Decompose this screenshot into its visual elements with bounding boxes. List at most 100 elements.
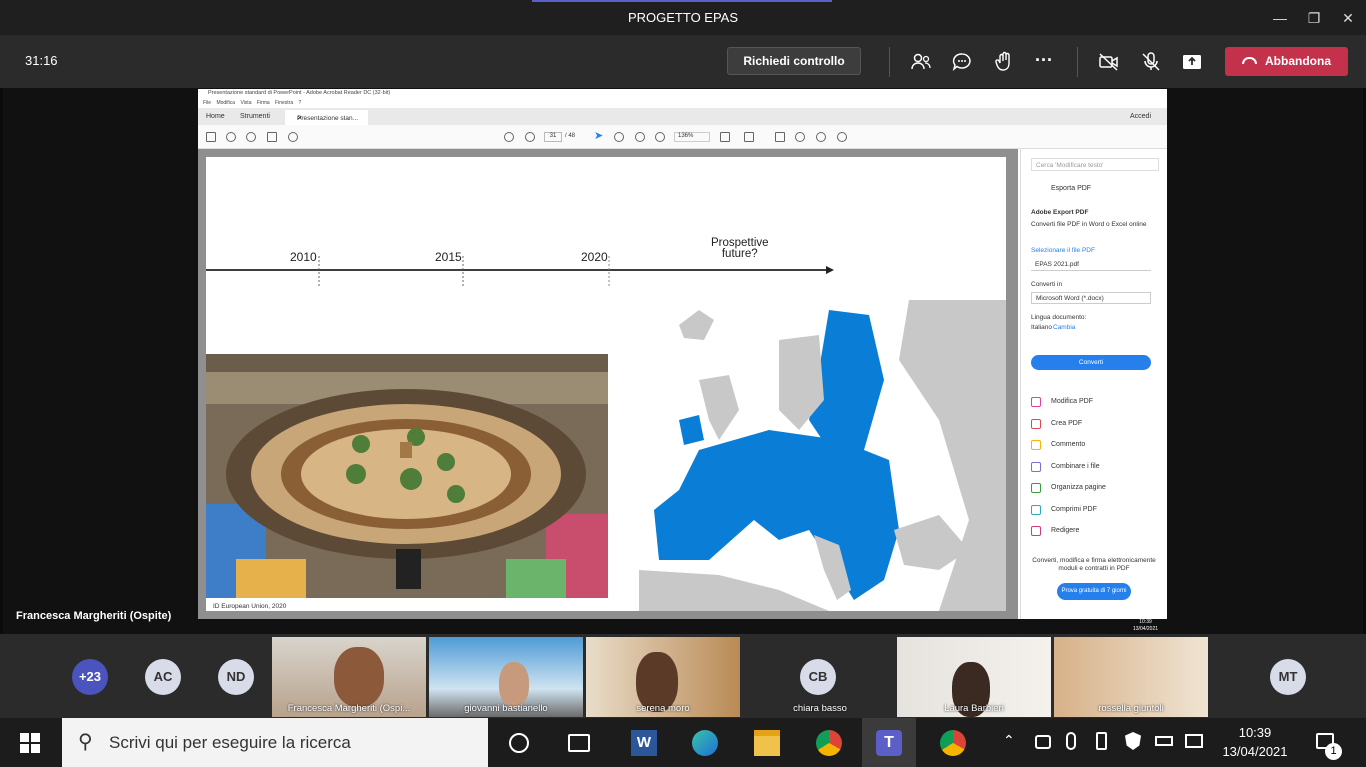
more-options-icon[interactable]: ··· (1035, 50, 1059, 74)
file-explorer-icon[interactable] (754, 730, 780, 756)
search-placeholder: Scrivi qui per eseguire la ricerca (109, 733, 351, 752)
acrobat-title: Presentazione standard di PowerPoint - A… (208, 90, 391, 96)
participant-tile[interactable]: CB chiara basso (743, 637, 897, 717)
tool-item[interactable]: Redigere (1051, 527, 1079, 534)
edge-icon[interactable] (692, 730, 718, 756)
avatar-mt[interactable]: MT (1270, 659, 1306, 695)
pen-icon[interactable] (795, 132, 805, 142)
select-file-label: Selezionare il file PDF (1031, 247, 1095, 254)
tool-icon (1031, 526, 1041, 536)
mic-off-icon[interactable] (1139, 50, 1163, 74)
export-pdf-header[interactable]: Esporta PDF (1051, 185, 1091, 192)
zoom-out-icon[interactable] (635, 132, 645, 142)
comment-icon[interactable] (775, 132, 785, 142)
format-select[interactable]: Microsoft Word (*.docx) (1031, 292, 1151, 304)
participants-icon[interactable] (909, 50, 933, 74)
participant-tile[interactable]: rossella giuntoli (1054, 637, 1208, 717)
network-icon[interactable] (1185, 734, 1203, 748)
camera-off-icon[interactable] (1097, 50, 1121, 74)
zoom-select[interactable]: 136% (674, 132, 710, 142)
teams-icon: T (876, 730, 902, 756)
participant-tile[interactable]: Laura Barbieri (897, 637, 1051, 717)
tool-icon (1031, 440, 1041, 450)
cortana-icon[interactable] (509, 733, 529, 753)
chrome-profile-icon[interactable] (940, 730, 966, 756)
call-controls: 31:16 Richiedi controllo ··· Abbandona (0, 35, 1366, 88)
meet-now-icon[interactable] (1035, 735, 1051, 749)
prev-page-icon[interactable] (504, 132, 514, 142)
future-label: Prospettive future? (711, 237, 769, 260)
tool-item[interactable]: Organizza pagine (1051, 484, 1106, 491)
year-2010: 2010 (290, 250, 317, 264)
phone-icon (1242, 57, 1257, 64)
avatar-nd[interactable]: ND (218, 659, 254, 695)
chat-icon[interactable] (950, 50, 974, 74)
close-icon[interactable]: ✕ (1338, 8, 1358, 28)
convert-to-label: Converti in (1031, 281, 1063, 288)
windows-start-icon[interactable] (20, 733, 40, 753)
stamp-icon[interactable] (744, 132, 754, 142)
participant-name: Francesca Margheriti (Ospi... (287, 703, 411, 714)
tray-chevron-icon[interactable]: ⌃ (1003, 732, 1015, 749)
acrobat-signin[interactable]: Accedi (1130, 113, 1151, 120)
minimize-icon[interactable]: — (1270, 8, 1290, 28)
mic-tray-icon[interactable] (1066, 732, 1076, 750)
participant-tile[interactable]: serena moro (586, 637, 740, 717)
tab-tools[interactable]: Strumenti (240, 113, 270, 120)
page-input[interactable]: 31 (544, 132, 562, 142)
tool-item[interactable]: Commento (1051, 441, 1085, 448)
participant-tile[interactable]: Francesca Margheriti (Ospi... (272, 637, 426, 717)
tool-item[interactable]: Crea PDF (1051, 420, 1082, 427)
pdf-page: 2010 2015 2020 Prospettive future? ID Eu… (206, 157, 1006, 611)
save-icon[interactable] (206, 132, 216, 142)
usb-icon[interactable] (1096, 732, 1107, 750)
tool-item[interactable]: Modifica PDF (1051, 398, 1093, 405)
tab-document[interactable]: Presentazione stan... ✕ (285, 110, 368, 125)
search-icon[interactable] (288, 132, 298, 142)
cursor-icon[interactable]: ➤ (594, 131, 604, 142)
teams-active-bg[interactable]: T (862, 718, 916, 767)
search-icon: ⚲ (78, 731, 93, 753)
leave-button[interactable]: Abbandona (1225, 47, 1348, 76)
maximize-icon[interactable]: ❐ (1304, 8, 1324, 28)
notification-count: 1 (1325, 743, 1342, 760)
participant-tile[interactable]: giovanni bastianello (429, 637, 583, 717)
taskbar-search[interactable]: ⚲ Scrivi qui per eseguire la ricerca (62, 718, 488, 767)
lang-change-link[interactable]: Cambia (1053, 324, 1075, 331)
tool-item[interactable]: Combinare i file (1051, 463, 1100, 470)
share-icon[interactable] (837, 132, 847, 142)
participant-name: giovanni bastianello (464, 703, 548, 714)
print-icon[interactable] (267, 132, 277, 142)
word-icon[interactable]: W (631, 730, 657, 756)
acrobat-toolbar: 31 / 48 ➤ 136% (198, 125, 1167, 149)
upload-icon[interactable] (246, 132, 256, 142)
next-page-icon[interactable] (525, 132, 535, 142)
tools-search[interactable]: Cerca 'Modificare testo' (1031, 158, 1159, 171)
trial-button[interactable]: Prova gratuita di 7 giorni (1057, 583, 1131, 600)
convert-button[interactable]: Converti (1031, 355, 1151, 370)
title-bar: PROGETTO EPAS — ❐ ✕ (0, 0, 1366, 35)
chrome-icon[interactable] (816, 730, 842, 756)
battery-icon[interactable] (1155, 736, 1173, 746)
request-control-button[interactable]: Richiedi controllo (727, 47, 861, 75)
participant-name: serena moro (636, 703, 690, 714)
sign-icon[interactable] (816, 132, 826, 142)
tab-home[interactable]: Home (206, 113, 225, 120)
acrobat-tabs: Home Strumenti Presentazione stan... ✕ A… (198, 108, 1167, 125)
share-screen-icon[interactable] (1180, 50, 1204, 74)
bookmark-icon[interactable] (226, 132, 236, 142)
more-participants-badge[interactable]: +23 (72, 659, 108, 695)
tool-item[interactable]: Comprimi PDF (1051, 506, 1097, 513)
participant-name: rossella giuntoli (1098, 703, 1164, 714)
lang-value: Italiano (1031, 324, 1052, 331)
avatar-ac[interactable]: AC (145, 659, 181, 695)
task-view-icon[interactable] (568, 734, 590, 752)
file-name[interactable]: EPAS 2021.pdf (1031, 259, 1151, 271)
security-icon[interactable] (1125, 732, 1141, 750)
raise-hand-icon[interactable] (992, 50, 1016, 74)
council-photo (206, 354, 608, 598)
taskbar-clock[interactable]: 10:39 13/04/2021 (1210, 723, 1300, 761)
fit-page-icon[interactable] (720, 132, 730, 142)
hand-icon[interactable] (614, 132, 624, 142)
zoom-in-icon[interactable] (655, 132, 665, 142)
